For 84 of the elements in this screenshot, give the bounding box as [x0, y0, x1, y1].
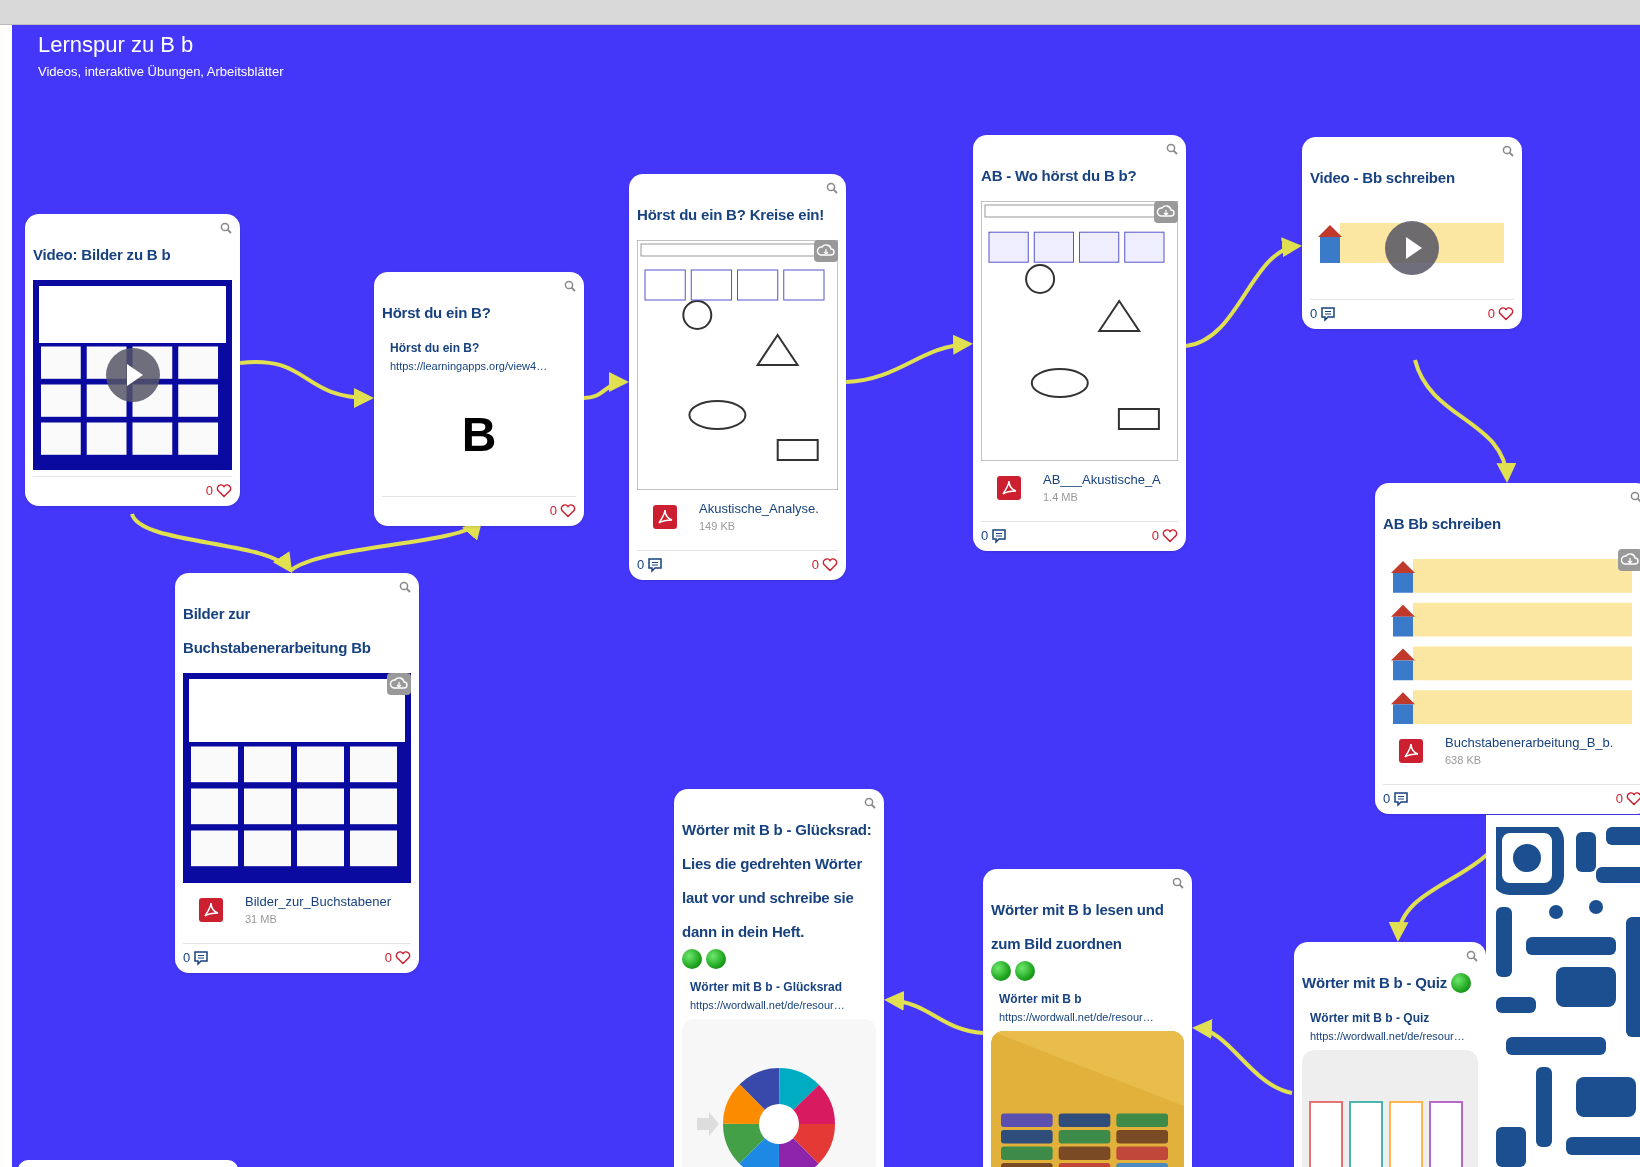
heart-icon[interactable] [395, 950, 411, 965]
file-size: 149 KB [699, 519, 737, 534]
post-card[interactable]: Hörst du ein B? Hörst du ein B? https://learningapps.org/view4… B 0 [374, 272, 584, 526]
letter-preview: B [461, 410, 497, 460]
comment-count: 0 [183, 948, 191, 967]
pdf-icon [199, 898, 223, 922]
search-icon[interactable] [564, 280, 576, 292]
search-icon[interactable] [1502, 145, 1514, 157]
link-title[interactable]: Wörter mit B b [999, 989, 1176, 1009]
search-icon[interactable] [1166, 143, 1178, 155]
search-icon[interactable] [826, 182, 838, 194]
comment-count: 0 [981, 526, 989, 545]
post-title: Wörter mit B b - Glücksrad: Lies die gedrehten Wörter laut vor und schreibe sie dann in dein Heft. [682, 820, 873, 942]
post-title: Video - Bb schreiben [1310, 168, 1455, 188]
comment-icon[interactable] [193, 949, 210, 966]
comment-icon[interactable] [991, 527, 1008, 544]
file-name[interactable]: Akustische_Analyse. [699, 500, 819, 518]
comment-icon[interactable] [1320, 305, 1337, 322]
search-icon[interactable] [1630, 491, 1640, 503]
like-count: 0 [549, 501, 557, 520]
pdf-icon [997, 476, 1021, 500]
post-title: Wörter mit B b lesen und zum Bild zuordnen [991, 900, 1165, 954]
heart-icon[interactable] [1626, 791, 1640, 806]
play-button-icon[interactable] [104, 347, 161, 403]
file-name[interactable]: AB___Akustische_A [1043, 471, 1161, 489]
link-title[interactable]: Wörter mit B b - Quiz [1310, 1008, 1470, 1028]
file-size: 1.4 MB [1043, 490, 1079, 505]
cloud-download-icon[interactable] [387, 673, 411, 695]
link-url[interactable]: https://learningapps.org/view4… [390, 358, 568, 374]
post-title: Video: Bilder zu B b [33, 245, 171, 265]
heart-icon[interactable] [822, 557, 838, 572]
search-icon[interactable] [1172, 877, 1184, 889]
cloud-download-icon[interactable] [1618, 549, 1640, 571]
search-icon[interactable] [399, 581, 411, 593]
board-subtitle: Videos, interaktive Übungen, Arbeitsblätter [38, 64, 284, 80]
search-icon[interactable] [1466, 950, 1478, 962]
comment-icon[interactable] [647, 556, 664, 573]
search-icon[interactable] [864, 797, 876, 809]
post-title: Bilder zur Buchstabenerarbeitung Bb [183, 604, 372, 658]
post-title: Hörst du ein B? Kreise ein! [637, 205, 825, 225]
pdf-icon [1399, 739, 1423, 763]
post-card[interactable]: AB - Wo hörst du B b? AB___Akustische_A 1.4 MB 0 0 [973, 135, 1186, 551]
post-title: AB Bb schreiben [1383, 514, 1501, 534]
heart-icon[interactable] [1162, 528, 1178, 543]
post-card[interactable]: Hörst du ein B? Kreise ein! Akustische_Analyse. 149 KB 0 0 [629, 174, 846, 580]
cloud-download-icon[interactable] [1154, 201, 1178, 223]
link-url[interactable]: https://wordwall.net/de/resour… [690, 997, 868, 1013]
link-title[interactable]: Hörst du ein B? [390, 338, 568, 358]
comment-count: 0 [1310, 304, 1318, 323]
post-title: AB - Wo hörst du B b? [981, 166, 1137, 186]
post-card[interactable]: Wörter mit B b - Glücksrad: Lies die gedrehten Wörter laut vor und schreibe sie dann in dein Heft. Wörter mit B b - Glücksrad https://wordwall.net/de/resour… [674, 789, 884, 1167]
post-title: Wörter mit B b - Quiz [1302, 973, 1447, 993]
post-card[interactable]: Video: Bilder zu B b 0 [25, 214, 240, 506]
post-card[interactable]: Wörter mit B b - Quiz Wörter mit B b - Quiz https://wordwall.net/de/resour… [1294, 942, 1486, 1167]
cloud-download-icon[interactable] [814, 240, 838, 262]
board-title: Lernspur zu B b [38, 32, 195, 58]
file-size: 638 KB [1445, 753, 1483, 768]
file-name[interactable]: Buchstabenerarbeitung_B_b. [1445, 734, 1614, 752]
comment-count: 0 [1383, 789, 1391, 808]
post-card[interactable]: AB Bb schreiben Buchstabenerarbeitung_B_b. 638 KB 0 0 [1375, 483, 1640, 814]
like-count: 0 [384, 948, 392, 967]
comment-count: 0 [637, 555, 645, 574]
connector-arrow [583, 373, 629, 400]
like-count: 0 [205, 481, 213, 500]
post-card[interactable]: Video - Bb schreiben 0 0 [1302, 137, 1522, 329]
post-card[interactable]: Wörter mit B b lesen und zum Bild zuordnen Wörter mit B b https://wordwall.net/de/resour… [983, 869, 1192, 1167]
post-title: Hörst du ein B? [382, 303, 491, 323]
heart-icon[interactable] [216, 483, 232, 498]
file-size: 31 MB [245, 912, 278, 927]
post-card[interactable]: Bilder zur Buchstabenerarbeitung Bb Bilder_zur_Buchstabener 31 MB 0 0 [175, 573, 419, 973]
search-icon[interactable] [220, 222, 232, 234]
comment-icon[interactable] [1393, 790, 1410, 807]
link-url[interactable]: https://wordwall.net/de/resour… [1310, 1028, 1470, 1044]
file-name[interactable]: Bilder_zur_Buchstabener [245, 893, 391, 911]
play-button-icon[interactable] [1384, 220, 1440, 276]
heart-icon[interactable] [560, 503, 576, 518]
like-count: 0 [1487, 304, 1495, 323]
link-title[interactable]: Wörter mit B b - Glücksrad [690, 977, 868, 997]
like-count: 0 [1151, 526, 1159, 545]
heart-icon[interactable] [1498, 306, 1514, 321]
like-count: 0 [811, 555, 819, 574]
pdf-icon [653, 505, 677, 529]
like-count: 0 [1615, 789, 1623, 808]
link-url[interactable]: https://wordwall.net/de/resour… [999, 1009, 1176, 1025]
